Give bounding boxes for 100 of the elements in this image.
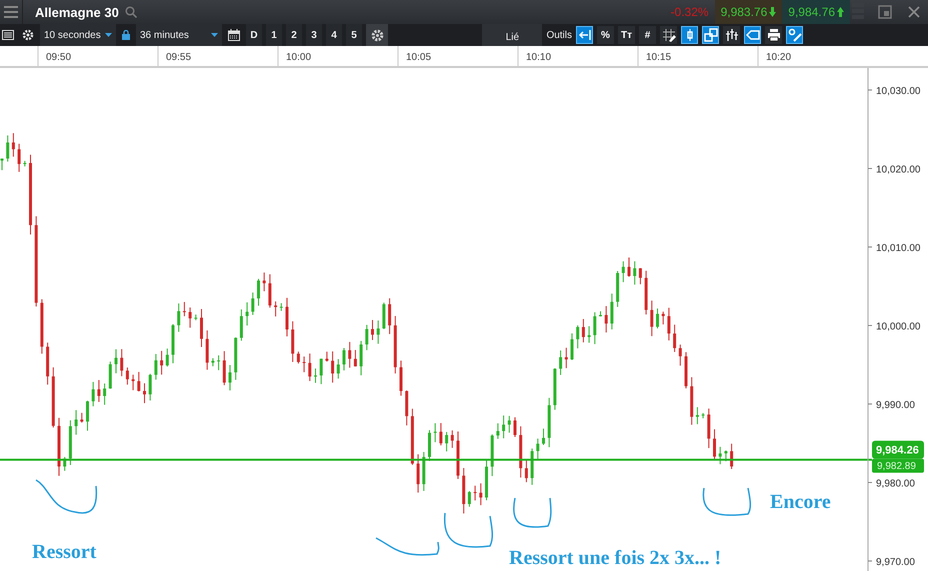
candle <box>644 270 648 315</box>
gear-icon <box>370 28 384 42</box>
period-button[interactable]: 3 <box>306 24 322 46</box>
buy-price-button[interactable]: 9,984.76 <box>782 0 850 24</box>
annotation-curve <box>36 479 98 514</box>
gear-pencil-icon[interactable] <box>786 26 803 44</box>
annotation-text: Ressort une fois 2x 3x... ! <box>509 547 722 569</box>
candle <box>462 468 466 514</box>
caret-icon <box>105 33 112 37</box>
candle <box>143 382 146 404</box>
tool-button[interactable]: % <box>597 26 614 44</box>
candle <box>320 358 323 385</box>
candle <box>188 306 192 328</box>
list-icon[interactable] <box>2 30 14 40</box>
calendar-icon[interactable] <box>228 29 240 41</box>
annotation-curve <box>702 488 752 516</box>
time-label: 10:20 <box>766 52 792 63</box>
price-label: 9,980.00 <box>876 478 915 490</box>
candle <box>576 324 580 349</box>
time-label: 09:55 <box>166 52 192 63</box>
annotation-curve <box>444 512 494 548</box>
candle <box>702 412 705 419</box>
candle <box>132 374 135 391</box>
candle <box>405 390 408 426</box>
candle <box>257 278 260 306</box>
sell-price-button[interactable]: 9,983.76 <box>714 0 782 24</box>
candle <box>348 341 352 368</box>
candle <box>542 428 545 446</box>
bar-chart-icon[interactable] <box>723 26 740 44</box>
down-arrow-icon <box>769 7 776 17</box>
search-icon[interactable] <box>124 6 137 18</box>
range-dropdown[interactable]: 36 minutes <box>136 24 222 46</box>
candle <box>445 431 448 452</box>
candle <box>280 302 283 312</box>
tool-button[interactable]: Tт <box>618 26 635 44</box>
candle <box>80 412 84 424</box>
candle <box>382 302 386 330</box>
period-button[interactable]: 5 <box>346 24 362 46</box>
candle <box>667 307 670 341</box>
tool-button[interactable]: # <box>639 26 656 44</box>
candle <box>68 420 72 466</box>
candle <box>696 406 699 425</box>
candle <box>508 415 511 434</box>
close-icon[interactable] <box>908 6 920 18</box>
candle <box>394 315 397 374</box>
period-button[interactable]: 1 <box>266 24 282 46</box>
candle <box>684 352 688 389</box>
candle <box>120 348 124 377</box>
time-label: 10:10 <box>526 52 552 63</box>
price-label: 10,020.00 <box>876 164 920 176</box>
instrument-title: Allemagne 30 <box>35 4 119 20</box>
candle <box>154 354 158 380</box>
tag-icon[interactable] <box>744 26 761 44</box>
candle <box>388 298 392 335</box>
candle <box>593 312 596 345</box>
candle <box>97 380 100 402</box>
candle <box>582 318 585 343</box>
candle <box>211 358 214 367</box>
candle <box>724 450 728 462</box>
candle <box>570 332 574 361</box>
interval-dropdown[interactable]: 10 secondes <box>40 24 116 46</box>
grid-pencil-icon[interactable] <box>660 26 677 44</box>
candle <box>616 270 620 308</box>
windows-icon[interactable] <box>702 26 719 44</box>
candle <box>410 408 414 466</box>
annotation-text: Ressort <box>32 541 96 563</box>
period-button[interactable]: 4 <box>326 24 342 46</box>
candle <box>246 302 249 326</box>
candle <box>314 368 317 384</box>
settings-icon[interactable] <box>22 29 34 41</box>
candle <box>18 143 21 172</box>
candle <box>656 308 659 329</box>
candle <box>365 324 368 351</box>
candle <box>92 381 95 407</box>
candle <box>650 300 654 337</box>
restore-icon[interactable] <box>878 5 892 19</box>
candle <box>108 361 112 390</box>
candle <box>678 344 682 366</box>
candle <box>325 351 328 362</box>
candle <box>610 293 614 330</box>
period-button[interactable]: D <box>246 24 262 46</box>
candle-icon[interactable] <box>681 26 698 44</box>
arrow-to-line-icon[interactable] <box>576 26 593 44</box>
lock-icon[interactable] <box>122 30 130 40</box>
candle <box>548 397 551 448</box>
candle <box>622 260 625 283</box>
price-label: 10,010.00 <box>876 243 920 254</box>
printer-icon[interactable] <box>765 26 782 44</box>
linked-button[interactable]: Lié <box>482 24 542 46</box>
candle <box>336 358 340 380</box>
candle <box>114 348 118 374</box>
candle <box>222 350 226 386</box>
candle <box>234 336 238 380</box>
candle <box>46 342 50 386</box>
candle <box>172 324 174 364</box>
period-button[interactable]: 2 <box>286 24 302 46</box>
candle <box>58 417 60 476</box>
candle <box>376 320 380 344</box>
candle <box>103 383 106 406</box>
settings-button[interactable] <box>366 24 388 46</box>
